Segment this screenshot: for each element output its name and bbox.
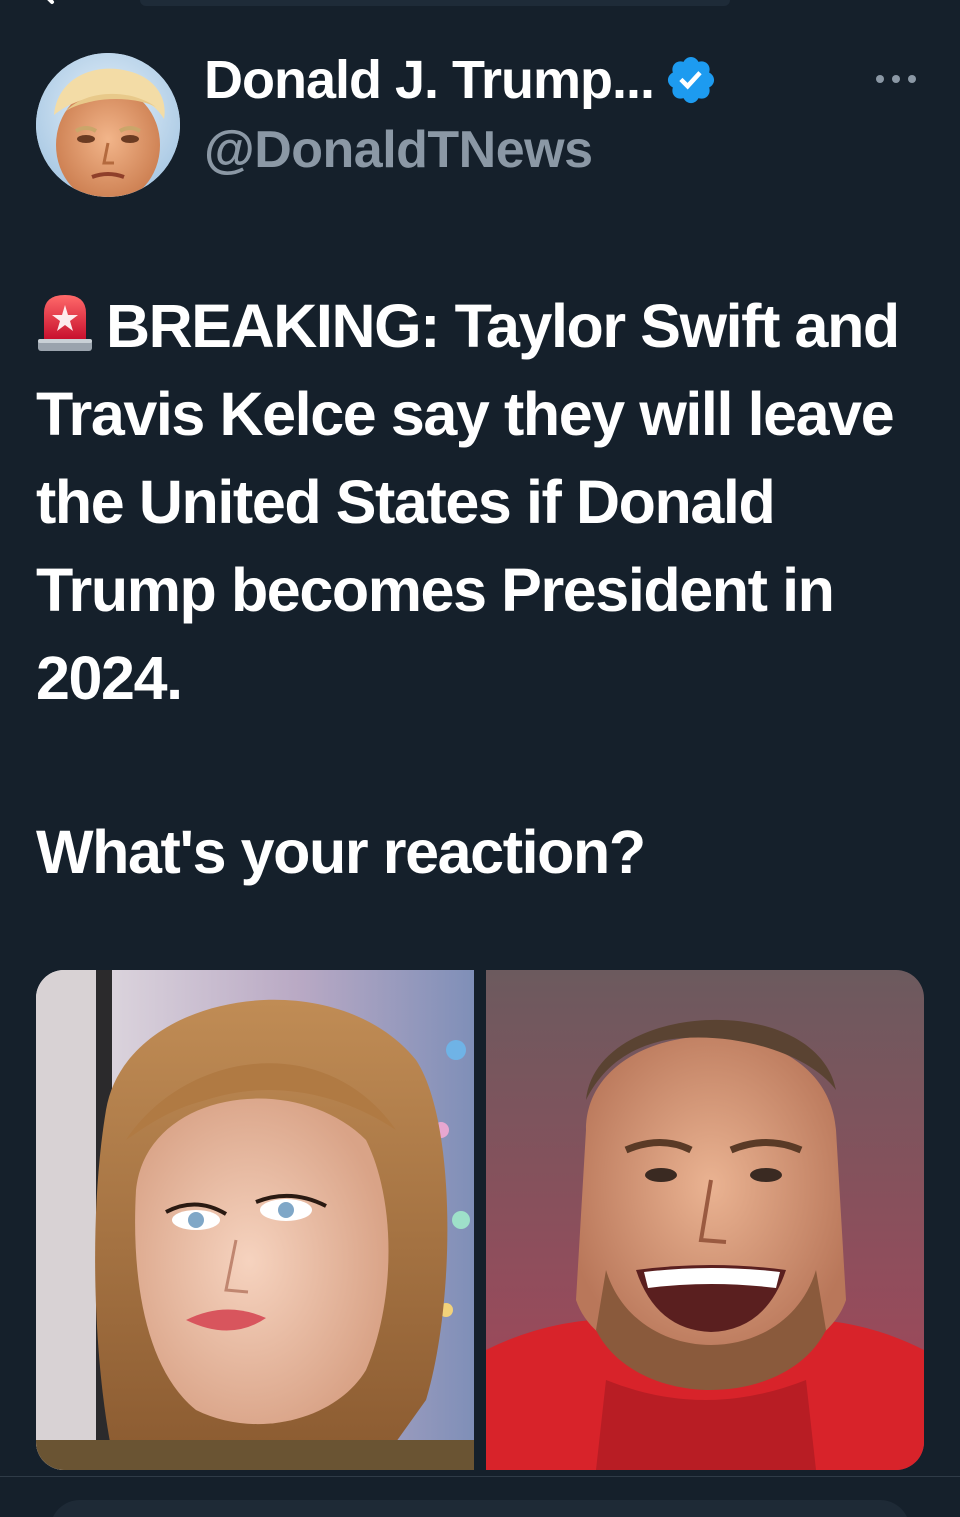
author-avatar[interactable] [36, 53, 180, 197]
travis-kelce-photo[interactable] [486, 970, 924, 1470]
tweet-paragraph-1-text: BREAKING: Taylor Swift and Travis Kelce … [36, 292, 900, 712]
back-arrow-icon[interactable] [42, 0, 64, 6]
tweet-divider [0, 1476, 960, 1477]
avatar-portrait-icon [36, 53, 180, 197]
next-card-edge [50, 1500, 910, 1517]
taylor-swift-photo[interactable] [36, 970, 474, 1470]
author-display-name[interactable]: Donald J. Trump... [204, 49, 655, 111]
portrait-man-image [486, 970, 924, 1470]
author-name-row[interactable]: Donald J. Trump... [204, 48, 718, 112]
tweet-media-grid[interactable] [36, 970, 924, 1470]
tweet-screen: Donald J. Trump... @DonaldTNews BREAKING… [0, 0, 960, 1517]
verified-badge-icon [667, 56, 715, 104]
tweet-paragraph-2: What's your reaction? [36, 818, 646, 886]
tweet-text: BREAKING: Taylor Swift and Travis Kelce … [36, 282, 926, 896]
header-bar-edge [140, 0, 730, 6]
author-handle[interactable]: @DonaldTNews [204, 120, 593, 180]
more-options-button[interactable] [868, 60, 924, 98]
portrait-woman-image [36, 970, 474, 1470]
more-options-icon [876, 75, 916, 83]
siren-icon [38, 295, 92, 351]
tweet-paragraph-1: BREAKING: Taylor Swift and Travis Kelce … [36, 282, 926, 722]
top-scroll-edge [0, 0, 960, 14]
